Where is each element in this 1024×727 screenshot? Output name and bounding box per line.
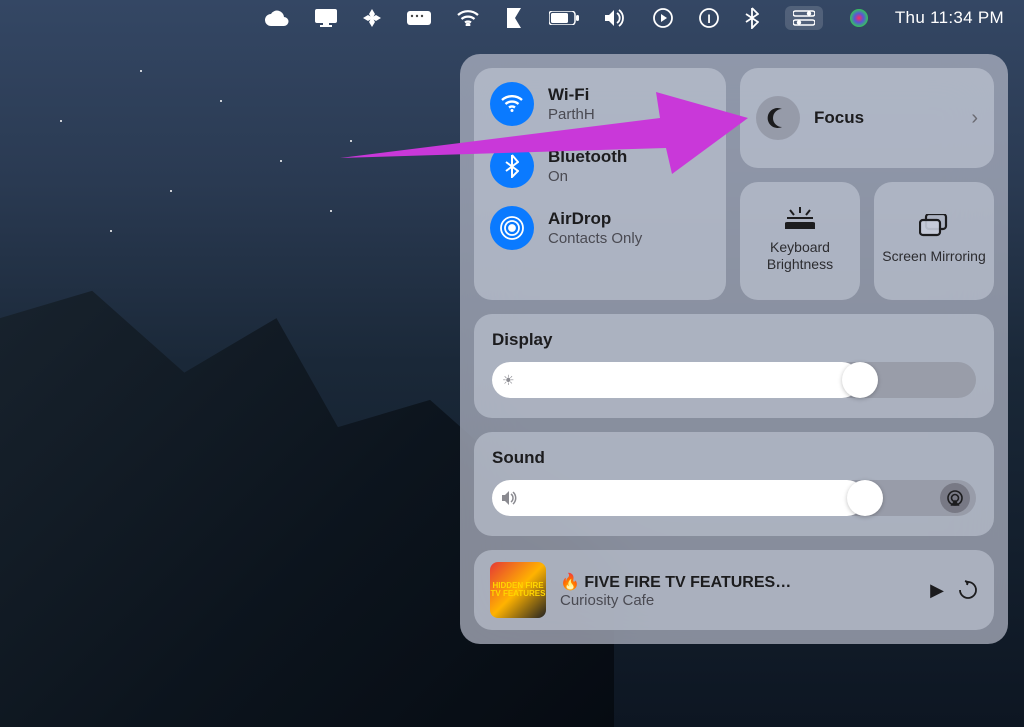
wifi-icon[interactable]: [457, 10, 479, 26]
network-group: Wi-Fi ParthH Bluetooth On AirDrop Contac…: [474, 68, 726, 300]
wifi-toggle[interactable]: Wi-Fi ParthH: [490, 82, 710, 126]
bluetooth-title: Bluetooth: [548, 147, 627, 167]
display-title: Display: [492, 330, 976, 350]
display-icon[interactable]: [315, 9, 337, 27]
now-playing-group[interactable]: HIDDEN FIRE TV FEATURES 🔥 FIVE FIRE TV F…: [474, 550, 994, 630]
airdrop-subtitle: Contacts Only: [548, 230, 642, 247]
siri-icon[interactable]: [849, 8, 869, 28]
apps-icon[interactable]: [363, 9, 381, 27]
screen-mirroring-label: Screen Mirroring: [882, 248, 985, 266]
play-button[interactable]: ▶: [930, 580, 944, 601]
airdrop-icon: [490, 206, 534, 250]
bluetooth-toggle[interactable]: Bluetooth On: [490, 144, 710, 188]
media-artist: Curiosity Cafe: [560, 592, 916, 609]
keyboard-brightness-label: Keyboard Brightness: [748, 239, 852, 274]
brightness-icon: ☀: [502, 372, 515, 389]
screen-mirroring-icon: [919, 214, 949, 238]
volume-icon[interactable]: [605, 9, 627, 27]
airplay-audio-icon[interactable]: [940, 483, 970, 513]
focus-button[interactable]: Focus ›: [740, 68, 994, 168]
play-icon[interactable]: [653, 8, 673, 28]
battery-icon[interactable]: [549, 11, 579, 25]
menubar-datetime[interactable]: Thu 11:34 PM: [895, 8, 1004, 28]
bluetooth-icon[interactable]: [745, 7, 759, 29]
sound-slider[interactable]: [492, 480, 976, 516]
menu-bar: I Thu 11:34 PM: [0, 0, 1024, 36]
bluetooth-subtitle: On: [548, 168, 627, 185]
airdrop-title: AirDrop: [548, 209, 642, 229]
speaker-icon: [502, 491, 518, 505]
control-center-icon[interactable]: [785, 6, 823, 30]
display-slider[interactable]: ☀: [492, 362, 976, 398]
bluetooth-icon: [490, 144, 534, 188]
keyboard-icon[interactable]: [407, 11, 431, 25]
moon-icon: [756, 96, 800, 140]
wifi-title: Wi-Fi: [548, 85, 595, 105]
media-title: 🔥 FIVE FIRE TV FEATURES…: [560, 572, 916, 592]
wifi-icon: [490, 82, 534, 126]
keyboard-brightness-icon: [785, 207, 815, 229]
screen-mirroring-button[interactable]: Screen Mirroring: [874, 182, 994, 300]
control-center-panel: Wi-Fi ParthH Bluetooth On AirDrop Contac…: [460, 54, 1008, 644]
media-artwork: HIDDEN FIRE TV FEATURES: [490, 562, 546, 618]
keyboard-brightness-button[interactable]: Keyboard Brightness: [740, 182, 860, 300]
focus-title: Focus: [814, 108, 864, 128]
skip-button[interactable]: [958, 580, 978, 600]
wallpaper-stars: [20, 50, 420, 250]
sound-title: Sound: [492, 448, 976, 468]
airdrop-toggle[interactable]: AirDrop Contacts Only: [490, 206, 710, 250]
chevron-right-icon: ›: [971, 107, 978, 130]
sound-group: Sound: [474, 432, 994, 536]
svg-text:I: I: [707, 12, 710, 26]
icloud-icon[interactable]: [265, 10, 289, 26]
vpn-icon[interactable]: [505, 8, 523, 28]
accessibility-icon[interactable]: I: [699, 8, 719, 28]
display-group: Display ☀: [474, 314, 994, 418]
wifi-subtitle: ParthH: [548, 106, 595, 123]
